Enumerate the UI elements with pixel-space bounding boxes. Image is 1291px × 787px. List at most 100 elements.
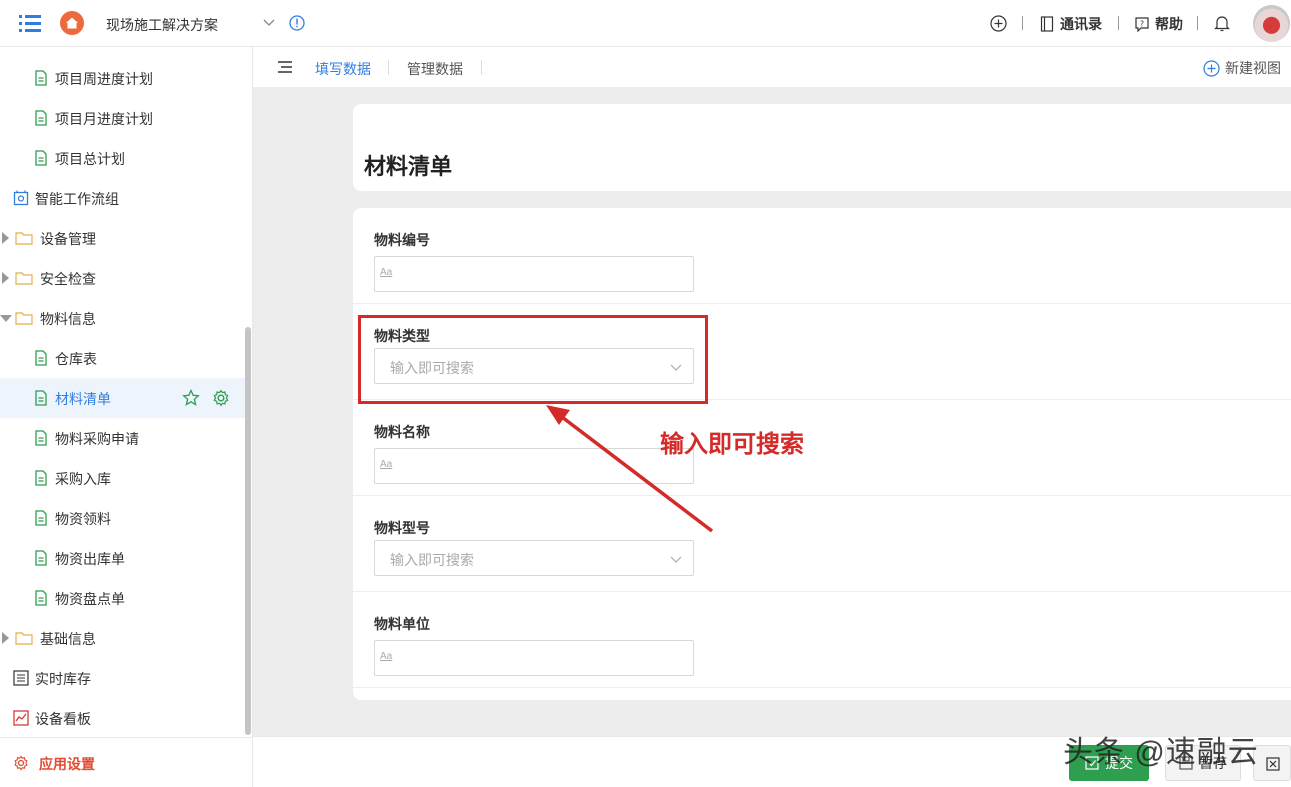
sidebar-item[interactable]: 物资领料 <box>0 498 245 538</box>
form-card: 物料编号 Aa 物料类型 输入即可搜索 物料名称 Aa 物料型号 输入即可搜索 物料单位 Aa <box>353 208 1291 700</box>
folder-icon <box>15 310 33 326</box>
document-icon <box>33 110 49 126</box>
caret-right-icon[interactable] <box>2 272 9 284</box>
app-settings-button[interactable]: 应用设置 <box>0 737 252 787</box>
sidebar-item-label: 实时库存 <box>35 671 91 687</box>
divider <box>1022 16 1023 30</box>
field-label: 物料编号 <box>374 232 430 248</box>
sidebar-item[interactable]: 材料清单 <box>0 378 245 418</box>
form-title: 材料清单 <box>364 154 453 179</box>
sidebar-scrollbar[interactable] <box>245 327 251 735</box>
text-input[interactable]: Aa <box>374 256 694 292</box>
bell-icon <box>1214 16 1230 32</box>
highlight-box <box>358 315 708 404</box>
sidebar-item-label: 设备看板 <box>35 711 91 727</box>
new-view-label: 新建视图 <box>1225 60 1281 76</box>
sidebar-item[interactable]: 设备管理 <box>0 218 245 258</box>
sidebar-item[interactable]: 物料信息 <box>0 298 245 338</box>
sidebar-item-label: 仓库表 <box>55 351 97 367</box>
document-icon <box>33 590 49 606</box>
sidebar-item-label: 物资领料 <box>55 511 111 527</box>
form-field: 物料单位 Aa <box>353 592 1291 688</box>
tab-bar: 填写数据 管理数据 新建视图 <box>253 47 1291 88</box>
info-icon[interactable] <box>289 15 305 31</box>
sidebar-item-label: 材料清单 <box>55 391 111 407</box>
caret-down-icon[interactable] <box>0 315 12 322</box>
contacts-button[interactable]: 通讯录 <box>1040 0 1102 47</box>
star-icon[interactable] <box>182 389 200 407</box>
add-button[interactable] <box>990 0 1007 47</box>
document-icon <box>33 510 49 526</box>
document-icon <box>33 70 49 86</box>
chevron-down-icon[interactable] <box>263 16 275 28</box>
field-label: 物料单位 <box>374 616 430 632</box>
select-input[interactable]: 输入即可搜索 <box>374 540 694 576</box>
sidebar-item-label: 项目总计划 <box>55 151 125 167</box>
document-icon <box>33 350 49 366</box>
divider <box>388 60 389 75</box>
form-field: 物料编号 Aa <box>353 208 1291 304</box>
app-title[interactable]: 现场施工解决方案 <box>106 15 218 35</box>
caret-right-icon[interactable] <box>2 632 9 644</box>
folder-icon <box>15 230 33 246</box>
select-placeholder: 输入即可搜索 <box>390 552 474 568</box>
field-label: 物料型号 <box>374 520 430 536</box>
gear-icon <box>14 755 28 771</box>
new-view-button[interactable]: 新建视图 <box>1203 58 1281 78</box>
form-field: 物料名称 Aa <box>353 400 1291 496</box>
sidebar-item-label: 项目周进度计划 <box>55 71 153 87</box>
form-title-card: 材料清单 <box>353 104 1291 191</box>
contacts-label: 通讯录 <box>1060 15 1102 32</box>
divider <box>1118 16 1119 30</box>
caret-right-icon[interactable] <box>2 232 9 244</box>
settings-label: 应用设置 <box>39 756 95 772</box>
text-type-icon: Aa <box>380 267 393 278</box>
sidebar-item-label: 基础信息 <box>40 631 96 647</box>
text-type-icon: Aa <box>380 459 393 470</box>
list-toggle-icon[interactable] <box>278 60 292 74</box>
notifications-button[interactable] <box>1214 0 1230 47</box>
workflow-icon <box>13 190 29 206</box>
sidebar-item[interactable]: 项目周进度计划 <box>0 58 245 98</box>
home-icon[interactable] <box>60 11 84 35</box>
annotation-text: 输入即可搜索 <box>660 431 804 458</box>
help-button[interactable]: ? 帮助 <box>1134 0 1183 47</box>
sidebar-item[interactable]: 物资盘点单 <box>0 578 245 618</box>
top-bar: 现场施工解决方案 通讯录 ? 帮助 <box>0 0 1291 47</box>
sidebar-item[interactable]: 基础信息 <box>0 618 245 658</box>
sidebar-item[interactable]: 项目月进度计划 <box>0 98 245 138</box>
sidebar-item-label: 安全检查 <box>40 271 96 287</box>
chevron-down-icon <box>670 556 682 563</box>
document-icon <box>33 390 49 406</box>
sidebar-item[interactable]: 智能工作流组 <box>0 178 245 218</box>
sidebar-item[interactable]: 设备看板 <box>0 698 245 738</box>
contacts-icon <box>1040 15 1054 32</box>
sidebar-item[interactable]: 项目总计划 <box>0 138 245 178</box>
folder-icon <box>15 270 33 286</box>
sidebar-item-label: 物料信息 <box>40 311 96 327</box>
gear-icon[interactable] <box>212 389 230 407</box>
document-icon <box>33 150 49 166</box>
sidebar: 项目周进度计划项目月进度计划项目总计划智能工作流组设备管理安全检查物料信息仓库表… <box>0 47 253 787</box>
form-field: 物料型号输入即可搜索 <box>353 496 1291 592</box>
avatar[interactable] <box>1253 5 1290 42</box>
sidebar-item[interactable]: 仓库表 <box>0 338 245 378</box>
sidebar-item[interactable]: 物料采购申请 <box>0 418 245 458</box>
folder-icon <box>15 630 33 646</box>
menu-icon[interactable] <box>19 13 41 33</box>
sidebar-item[interactable]: 安全检查 <box>0 258 245 298</box>
tab-manage-data[interactable]: 管理数据 <box>407 59 463 79</box>
list-icon <box>13 670 29 686</box>
sidebar-item-label: 采购入库 <box>55 471 111 487</box>
sidebar-item[interactable]: 实时库存 <box>0 658 245 698</box>
document-icon <box>33 550 49 566</box>
field-label: 物料名称 <box>374 424 430 440</box>
document-icon <box>33 470 49 486</box>
text-input[interactable]: Aa <box>374 640 694 676</box>
tab-fill-data[interactable]: 填写数据 <box>315 59 371 79</box>
sidebar-item[interactable]: 采购入库 <box>0 458 245 498</box>
sidebar-item-label: 物资出库单 <box>55 551 125 567</box>
sidebar-item[interactable]: 物资出库单 <box>0 538 245 578</box>
sidebar-item-label: 设备管理 <box>40 231 96 247</box>
plus-circle-icon <box>990 15 1007 32</box>
